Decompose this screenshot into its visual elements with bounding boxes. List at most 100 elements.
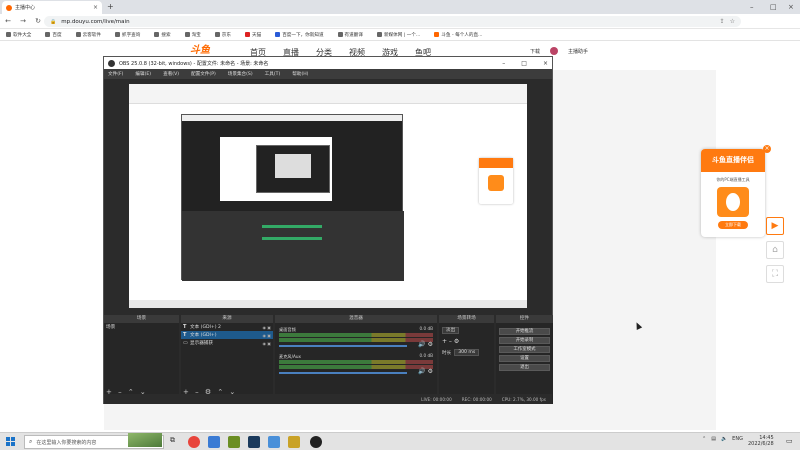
- app-icon[interactable]: [268, 436, 280, 448]
- chrome-icon[interactable]: [188, 436, 200, 448]
- bookmark-item[interactable]: 云客软件: [75, 32, 101, 38]
- close-window-icon[interactable]: ×: [788, 2, 794, 12]
- speaker-gear-icon[interactable]: 🔊 ⚙: [418, 368, 433, 375]
- tab-title: 主播中心: [15, 5, 36, 11]
- visibility-icon[interactable]: ◉ ▣: [262, 325, 271, 330]
- language-indicator[interactable]: ENG: [732, 436, 743, 442]
- duration-input[interactable]: 300 ms: [454, 349, 480, 356]
- bookmark-item[interactable]: 斗鱼 - 每个人的直...: [434, 32, 482, 38]
- exit-button[interactable]: 退出: [499, 364, 550, 371]
- sources-dock: 来源 T 文本 (GDI+) 2 ◉ ▣ T 文本 (GDI+) ◉ ▣ ▭ 显…: [181, 315, 273, 404]
- obs-window: OBS 25.0.8 (32-bit, windows) - 配置文件: 未命名…: [103, 56, 553, 404]
- transition-tools[interactable]: + – ⚙: [442, 338, 491, 345]
- reload-icon[interactable]: ↻: [34, 17, 42, 25]
- start-streaming-button[interactable]: 开始推流: [499, 328, 550, 335]
- live-status: LIVE: 00:00:00: [421, 396, 452, 402]
- visibility-icon[interactable]: ◉ ▣: [262, 333, 271, 338]
- clock[interactable]: 14:45 2022/6/28: [748, 435, 774, 447]
- ad-close-icon[interactable]: ×: [763, 145, 771, 153]
- bookmark-item[interactable]: 软件大全: [6, 32, 31, 38]
- bookmark-item[interactable]: 百度: [45, 32, 62, 38]
- volume-slider[interactable]: [279, 372, 407, 374]
- volume-icon[interactable]: 🔈: [721, 436, 727, 442]
- scene-item[interactable]: 场景: [104, 323, 179, 331]
- text-source-icon: T: [183, 324, 187, 330]
- menu-edit[interactable]: 编辑(E): [135, 71, 151, 77]
- preview-taskbar: [129, 300, 527, 308]
- menu-profile[interactable]: 配置文件(P): [191, 71, 216, 77]
- download-link[interactable]: 下载: [530, 48, 540, 55]
- start-recording-button[interactable]: 开始录制: [499, 337, 550, 344]
- obs-titlebar: OBS 25.0.8 (32-bit, windows) - 配置文件: 未命名…: [104, 57, 552, 69]
- network-icon[interactable]: ▤: [711, 436, 716, 442]
- mixer-header: 混音器: [275, 315, 437, 323]
- bookmark-item[interactable]: 京东: [214, 32, 231, 38]
- address-bar[interactable]: 🔒 mp.douyu.com/live/main ⇪ ☆: [44, 16, 741, 27]
- search-placeholder: 在这里输入你要搜索的内容: [36, 439, 97, 446]
- bookmark-item[interactable]: 有道翻译: [337, 32, 363, 38]
- transition-select[interactable]: 淡出: [442, 327, 460, 334]
- tray-chevron-icon[interactable]: ⌃: [702, 436, 706, 442]
- bookmark-item[interactable]: 百度一下，你就知道: [275, 32, 324, 38]
- ad-subtitle: 你的PC端直播工具: [716, 177, 750, 182]
- minimize-icon[interactable]: –: [750, 2, 754, 12]
- windows-start-icon[interactable]: [6, 437, 16, 447]
- app-icon[interactable]: [288, 436, 300, 448]
- task-view-icon[interactable]: ⧉: [170, 436, 182, 448]
- preview-browser-chrome: [129, 84, 527, 104]
- app-icon[interactable]: [228, 436, 240, 448]
- bookmark-item[interactable]: 抓字查询: [114, 32, 140, 38]
- volume-slider[interactable]: [279, 345, 407, 347]
- obs-preview-canvas[interactable]: [129, 84, 527, 308]
- browser-tab-strip: 主播中心 × + – □ ×: [0, 0, 800, 14]
- star-icon[interactable]: ☆: [730, 18, 735, 25]
- client-download-ad[interactable]: 斗鱼直播伴侣 你的PC端直播工具 立即下载: [701, 149, 765, 237]
- menu-tools[interactable]: 工具(T): [265, 71, 281, 77]
- forward-icon[interactable]: →: [19, 17, 27, 25]
- steam-icon[interactable]: [248, 436, 260, 448]
- text-source-icon: T: [183, 332, 187, 338]
- menu-view[interactable]: 查看(V): [163, 71, 179, 77]
- username[interactable]: 主播助手: [568, 48, 588, 55]
- preview-nested-capture: [181, 114, 404, 281]
- url-text: mp.douyu.com/live/main: [61, 18, 130, 25]
- back-icon[interactable]: ←: [4, 17, 12, 25]
- bookmark-item[interactable]: 天猫: [244, 32, 261, 38]
- bookmark-item[interactable]: 新媒体网 | 一个...: [376, 32, 420, 38]
- home-icon[interactable]: ⌂: [766, 241, 784, 259]
- settings-button[interactable]: 设置: [499, 355, 550, 362]
- visibility-icon[interactable]: ◉ ▣: [262, 341, 271, 346]
- share-icon[interactable]: ⇪: [720, 18, 725, 25]
- source-item[interactable]: T 文本 (GDI+) ◉ ▣: [181, 331, 273, 339]
- channel-db: 0.0 dB: [419, 353, 433, 358]
- ad-download-button[interactable]: 立即下载: [718, 221, 748, 229]
- edge-icon[interactable]: [208, 436, 220, 448]
- browser-tab[interactable]: 主播中心 ×: [2, 1, 102, 14]
- source-item[interactable]: T 文本 (GDI+) 2 ◉ ▣: [181, 323, 273, 331]
- ad-title: 斗鱼直播伴侣: [701, 149, 765, 172]
- menu-file[interactable]: 文件(F): [108, 71, 123, 77]
- maximize-icon[interactable]: □: [770, 2, 777, 12]
- speaker-gear-icon[interactable]: 🔊 ⚙: [418, 341, 433, 348]
- source-item[interactable]: ▭ 显示器捕获 ◉ ▣: [181, 339, 273, 347]
- bookmark-icon: [6, 32, 11, 37]
- obs-taskbar-icon[interactable]: [310, 436, 322, 448]
- close-tab-icon[interactable]: ×: [93, 4, 98, 11]
- menu-scene-collection[interactable]: 场景集合(S): [228, 71, 253, 77]
- preview-ad: [479, 158, 513, 204]
- new-tab-icon[interactable]: +: [107, 2, 114, 12]
- fullscreen-icon[interactable]: ⛶: [766, 265, 784, 283]
- obs-close-icon[interactable]: ×: [543, 60, 548, 67]
- bookmark-item[interactable]: 淘宝: [184, 32, 201, 38]
- controls-dock: 控件 开始推流 开始录制 工作室模式 设置 退出: [496, 315, 553, 404]
- notification-icon[interactable]: ▭: [786, 437, 793, 445]
- avatar[interactable]: [550, 47, 559, 55]
- play-icon[interactable]: ▶: [766, 217, 784, 235]
- obs-maximize-icon[interactable]: □: [521, 60, 527, 67]
- obs-minimize-icon[interactable]: –: [502, 60, 505, 67]
- menu-help[interactable]: 帮助(H): [292, 71, 308, 77]
- bookmark-item[interactable]: 搜索: [154, 32, 171, 38]
- obs-title: OBS 25.0.8 (32-bit, windows) - 配置文件: 未命名…: [119, 60, 269, 67]
- obs-logo-icon: [108, 59, 115, 67]
- studio-mode-button[interactable]: 工作室模式: [499, 346, 550, 353]
